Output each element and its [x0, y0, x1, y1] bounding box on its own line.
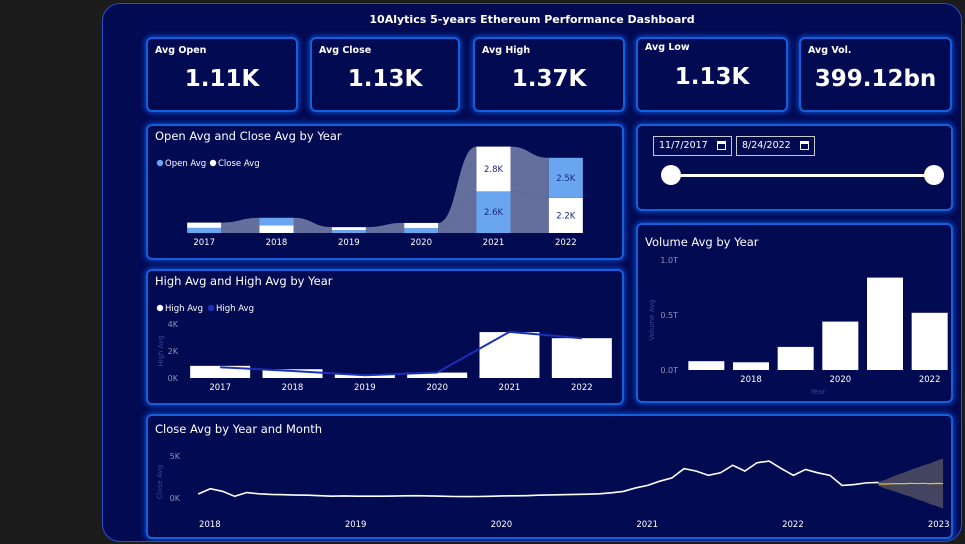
legend-line-label: High Avg	[216, 304, 254, 314]
y-tick-label: 0K	[168, 374, 179, 383]
volume-bar	[911, 312, 948, 370]
end-date-value: 8/24/2022	[742, 140, 791, 151]
high-bar	[479, 332, 540, 378]
bar-segment-lower	[187, 227, 222, 233]
open-close-chart-card[interactable]: Open Avg and Close Avg by Year Open Avg C…	[146, 124, 624, 260]
legend-open-label: Open Avg	[165, 159, 206, 169]
x-tick-label: 2022	[919, 375, 941, 385]
bar-segment-upper	[259, 217, 294, 226]
kpi-card-avg-low[interactable]: Avg Low 1.13K	[636, 37, 788, 112]
kpi-value: 1.13K	[347, 66, 423, 92]
legend-close-label: Close Avg	[218, 159, 260, 169]
x-tick-label: 2022	[782, 520, 804, 530]
volume-chart: 0.0T 0.5T 1.0T Volume Avg 2018 2020 2022 Year	[648, 256, 948, 396]
y-tick-label: 4K	[168, 320, 179, 329]
kpi-label: Avg Low	[645, 42, 690, 53]
x-tick-label: 2017	[193, 238, 215, 248]
open-close-chart: Open Avg Close Avg 2017 2018 2019 2020 2.6K 2.8…	[156, 146, 583, 248]
close-avg-line	[197, 460, 879, 498]
y-axis-label: High Avg	[157, 335, 165, 366]
y-axis-label: Close Avg	[156, 465, 164, 499]
end-date-input[interactable]: 8/24/2022	[736, 136, 815, 156]
volume-bar	[688, 361, 725, 370]
x-tick-label: 2021	[499, 383, 521, 393]
y-tick-label: 0.5T	[660, 311, 678, 320]
kpi-card-avg-close[interactable]: Avg Close 1.13K	[310, 37, 460, 112]
data-label: 2.6K	[484, 208, 504, 218]
kpi-card-avg-open[interactable]: Avg Open 1.11K	[146, 37, 298, 112]
kpi-card-avg-volume[interactable]: Avg Vol. 399.12bn	[799, 37, 952, 112]
bar-segment-lower	[259, 225, 294, 233]
kpi-value: 1.13K	[674, 64, 750, 90]
volume-bar	[867, 277, 903, 370]
x-tick-label: 2018	[740, 375, 762, 385]
x-tick-label: 2021	[636, 520, 658, 530]
legend-open-marker	[156, 159, 164, 167]
dashboard-title: 10Alytics 5-years Ethereum Performance D…	[369, 13, 695, 26]
volume-bar	[733, 362, 769, 370]
kpi-label: Avg Vol.	[808, 45, 852, 56]
x-tick-label: 2020	[410, 238, 432, 248]
high-chart-card[interactable]: High Avg and High Avg by Year High Avg Hi…	[146, 269, 624, 405]
volume-bar	[822, 321, 859, 370]
x-tick-label: 2022	[555, 238, 577, 248]
date-slicer-card[interactable]: 11/7/2017 8/24/2022	[636, 124, 953, 211]
x-tick-label: 2021	[483, 238, 505, 248]
y-tick-label: 5K	[170, 452, 181, 461]
legend-close-marker	[209, 159, 217, 167]
legend-line-marker	[207, 304, 215, 312]
x-tick-label: 2018	[199, 520, 221, 530]
start-date-input[interactable]: 11/7/2017	[653, 136, 732, 156]
x-tick-label: 2020	[491, 520, 513, 530]
x-tick-label: 2019	[354, 383, 376, 393]
kpi-label: Avg High	[482, 45, 531, 56]
bar-segment-upper	[331, 227, 366, 231]
end-date-handle[interactable]	[924, 165, 944, 185]
data-label: 2.8K	[484, 165, 504, 175]
dashboard: 10Alytics 5-years Ethereum Performance D…	[102, 3, 962, 542]
x-tick-label: 2018	[266, 238, 288, 248]
x-tick-label: 2019	[345, 520, 367, 530]
y-axis-label: Volume Avg	[648, 299, 656, 340]
y-tick-label: 2K	[168, 347, 179, 356]
x-tick-label: 2020	[426, 383, 448, 393]
high-chart: High Avg High Avg0K2K4KHigh Avg2017 2018 20…	[156, 304, 612, 393]
kpi-value: 1.37K	[511, 66, 587, 92]
kpi-label: Avg Open	[155, 45, 207, 56]
bar-segment-upper	[404, 222, 439, 229]
x-tick-label: 2022	[571, 383, 593, 393]
ribbon-upper	[510, 146, 549, 198]
x-tick-label: 2019	[338, 238, 360, 248]
x-tick-label: 2018	[282, 383, 304, 393]
volume-bar	[777, 346, 814, 370]
calendar-icon[interactable]	[800, 141, 809, 150]
kpi-label: Avg Close	[319, 45, 372, 56]
data-label: 2.2K	[556, 211, 576, 221]
legend-bar-marker	[156, 304, 164, 312]
data-label: 2.5K	[556, 174, 576, 184]
x-tick-label: 2023	[928, 520, 950, 530]
y-tick-label: 1.0T	[660, 256, 678, 265]
ribbon-lower	[510, 191, 549, 233]
start-date-value: 11/7/2017	[659, 140, 708, 151]
start-date-handle[interactable]	[661, 165, 681, 185]
bar-segment-upper	[187, 222, 222, 228]
x-tick-label: 2017	[209, 383, 231, 393]
x-axis-label: Year	[810, 388, 826, 396]
kpi-value: 1.11K	[184, 66, 260, 92]
x-tick-label: 2020	[830, 375, 852, 385]
y-tick-label: 0.0T	[660, 366, 678, 375]
y-tick-label: 0K	[170, 494, 181, 503]
close-month-chart-card[interactable]: Close Avg by Year and Month 0K 5K Close Av…	[146, 414, 953, 539]
bar-segment-lower	[331, 230, 366, 233]
high-bar	[551, 338, 612, 378]
legend-bar-label: High Avg	[165, 304, 203, 314]
volume-chart-card[interactable]: Volume Avg by Year 0.0T 0.5T 1.0T Volume Av…	[636, 223, 953, 403]
kpi-value: 399.12bn	[814, 66, 937, 92]
bar-segment-lower	[404, 228, 439, 233]
date-range-track[interactable]	[671, 174, 935, 177]
calendar-icon[interactable]	[717, 141, 726, 150]
kpi-card-avg-high[interactable]: Avg High 1.37K	[473, 37, 625, 112]
close-month-chart: 0K 5K Close Avg 2018 2019 2020 2021 2022 2023	[156, 452, 950, 530]
